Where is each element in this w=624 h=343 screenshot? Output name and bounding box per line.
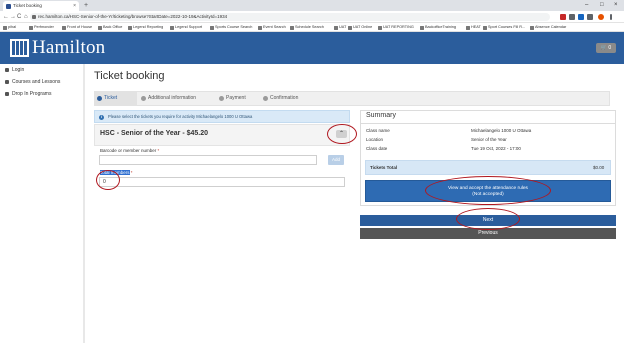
- bookmark-item[interactable]: Event Search: [258, 23, 286, 32]
- maximize-window-button[interactable]: □: [600, 0, 604, 11]
- lock-icon: [32, 15, 36, 19]
- tickets-total-bar: [365, 160, 611, 175]
- bookmark-item[interactable]: Front of House: [62, 23, 92, 32]
- bookmark-item[interactable]: pihal: [3, 23, 16, 32]
- info-text: Please select the tickets you require fo…: [108, 114, 253, 119]
- login-icon: [5, 67, 9, 72]
- summary-label: Class date: [366, 146, 388, 151]
- bookmark-item[interactable]: Legend Support: [170, 23, 202, 32]
- cart-button[interactable]: 🛒 0: [596, 43, 616, 53]
- collapse-button[interactable]: ⌃: [336, 130, 347, 138]
- members-input[interactable]: 0: [99, 177, 345, 187]
- site-logo-text[interactable]: Hamilton: [32, 37, 105, 59]
- required-mark: *: [130, 170, 133, 175]
- summary-label: Location: [366, 137, 384, 142]
- booking-steps: Ticket Additional information Payment Co…: [94, 91, 610, 106]
- bookmark-item[interactable]: Legend Reporting: [128, 23, 163, 32]
- sidebar-item-courses[interactable]: Courses and Lessons: [5, 79, 60, 85]
- payment-icon: [219, 96, 224, 101]
- step-payment[interactable]: Payment: [217, 92, 261, 105]
- info-message: i Please select the tickets you require …: [94, 110, 350, 123]
- cart-count: 0: [608, 45, 612, 51]
- step-label: Confirmation: [270, 95, 299, 101]
- info-icon: i: [99, 114, 104, 120]
- info-step-icon: [141, 96, 146, 101]
- close-window-button[interactable]: ×: [614, 0, 618, 11]
- forward-button[interactable]: →: [10, 11, 16, 23]
- close-tab-icon[interactable]: ×: [73, 1, 76, 11]
- barcode-label: Barcode or member number *: [100, 148, 159, 153]
- sidebar-item-login[interactable]: Login: [5, 67, 24, 73]
- bookmark-item[interactable]: Sport Courses Fill R...: [483, 23, 525, 32]
- extension-icon[interactable]: [578, 14, 584, 20]
- attendance-rules-button[interactable]: View and accept the attendance rules (No…: [365, 180, 611, 202]
- step-additional-information[interactable]: Additional information: [139, 92, 215, 105]
- bookmark-item[interactable]: Back Office: [98, 23, 122, 32]
- profile-avatar[interactable]: [598, 14, 604, 20]
- home-button[interactable]: ⌂: [24, 11, 28, 23]
- calendar-icon: [5, 91, 9, 96]
- step-confirmation[interactable]: Confirmation: [261, 92, 316, 105]
- check-icon: [263, 96, 268, 101]
- step-label: Ticket: [104, 95, 118, 101]
- bookmark-item[interactable]: HEAT: [466, 23, 481, 32]
- chevron-up-icon: ⌃: [338, 131, 345, 137]
- tickets-total-label: Tickets Total: [370, 165, 398, 170]
- bookmark-item[interactable]: BackofficeTraining: [420, 23, 456, 32]
- browser-tab-strip: Ticket booking × + – □ ×: [0, 0, 624, 11]
- summary-value: Michaelangelo 1000 U Ottawa: [471, 128, 532, 133]
- address-bar[interactable]: rec.hamilton.ca/HSC-Senior-of-the-Yr/tic…: [30, 13, 550, 21]
- address-url: rec.hamilton.ca/HSC-Senior-of-the-Yr/tic…: [38, 14, 228, 19]
- required-mark: *: [157, 148, 160, 153]
- step-label: Payment: [226, 95, 246, 101]
- browser-toolbar: ← → C ⌂ rec.hamilton.ca/HSC-Senior-of-th…: [0, 11, 624, 23]
- sidebar-item-label: Drop In Programs: [12, 91, 52, 97]
- ticket-icon: [97, 96, 102, 101]
- members-label: Total members *: [100, 170, 133, 175]
- page-title: Ticket booking: [94, 70, 165, 82]
- bookmark-item[interactable]: Absence Calendar: [530, 23, 566, 32]
- bookmark-item[interactable]: Perfmonder: [29, 23, 54, 32]
- sidebar-item-label: Login: [12, 67, 25, 73]
- bookmark-item[interactable]: UAT: [334, 23, 346, 32]
- product-title: HSC - Senior of the Year - $45.20: [100, 130, 209, 137]
- members-label-text: Total members: [100, 170, 130, 175]
- extension-icon[interactable]: [569, 14, 575, 20]
- previous-button[interactable]: Previous: [360, 228, 616, 239]
- summary-header: [360, 110, 616, 124]
- summary-label: Class name: [366, 128, 390, 133]
- barcode-label-text: Barcode or member number: [100, 148, 157, 153]
- sidebar-item-label: Courses and Lessons: [12, 79, 61, 85]
- bookmark-item[interactable]: Schedule Search: [290, 23, 324, 32]
- bookmarks-bar: pihal Perfmonder Front of House Back Off…: [0, 23, 624, 32]
- summary-value: Senior of the Year: [471, 137, 507, 142]
- bookmark-item[interactable]: Sports Course Search: [210, 23, 252, 32]
- courses-icon: [5, 79, 9, 84]
- tickets-total-value: $0.00: [593, 165, 605, 170]
- new-tab-button[interactable]: +: [84, 0, 88, 11]
- browser-tab[interactable]: Ticket booking ×: [3, 1, 79, 11]
- summary-value: Tue 19 Oct, 2022 - 17:00: [471, 146, 521, 151]
- hamilton-logo-icon[interactable]: [10, 39, 29, 57]
- summary-title: Summary: [366, 112, 396, 119]
- minimize-window-button[interactable]: –: [585, 0, 588, 11]
- step-label: Additional information: [148, 95, 197, 101]
- site-favicon-icon: [6, 4, 11, 9]
- step-ticket[interactable]: Ticket: [95, 92, 137, 105]
- sidebar-item-drop-in[interactable]: Drop In Programs: [5, 91, 51, 97]
- extension-icon[interactable]: [560, 14, 566, 20]
- browser-menu-icon[interactable]: [610, 14, 612, 20]
- puzzle-icon[interactable]: [587, 14, 593, 20]
- cart-icon: 🛒: [600, 45, 608, 51]
- rules-button-status: (Not accepted): [472, 192, 504, 197]
- barcode-input[interactable]: [99, 155, 317, 165]
- sidebar: [0, 64, 85, 343]
- next-button[interactable]: Next: [360, 215, 616, 226]
- add-button[interactable]: Add: [328, 155, 344, 165]
- browser-tab-title: Ticket booking: [13, 3, 42, 8]
- back-button[interactable]: ←: [3, 11, 9, 23]
- bookmark-item[interactable]: UAT Online: [348, 23, 372, 32]
- reload-button[interactable]: C: [17, 11, 21, 23]
- bookmark-item[interactable]: UAT REPORTING: [378, 23, 414, 32]
